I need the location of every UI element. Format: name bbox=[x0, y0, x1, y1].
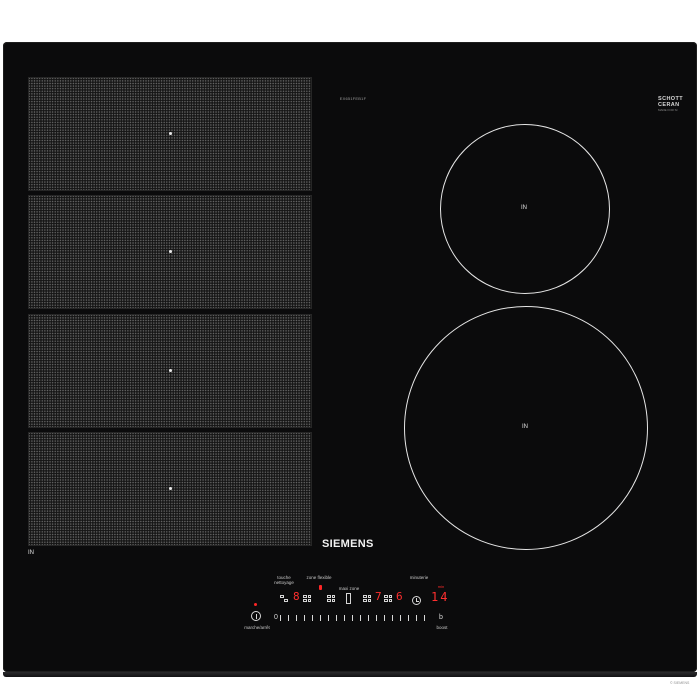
wipe-protection-icon[interactable] bbox=[280, 595, 289, 603]
schott-ceran-subtext: MADE FOR SI bbox=[658, 108, 678, 112]
power-slider[interactable] bbox=[280, 615, 425, 621]
slider-boost-key[interactable]: b bbox=[439, 614, 443, 621]
photo-credit: © SIEMENS bbox=[670, 681, 690, 685]
model-code: EX651FEB1F bbox=[339, 96, 367, 101]
flex-zone-3[interactable] bbox=[28, 314, 312, 428]
cooktop-photo: EX651FEB1F SCHOTT CERAN MADE FOR SI IN I… bbox=[0, 0, 700, 700]
zone-marker-dot bbox=[169, 487, 172, 490]
flex-zone-1[interactable] bbox=[28, 77, 312, 191]
power-button-icon[interactable] bbox=[251, 611, 261, 621]
zone-marker-dot bbox=[169, 369, 172, 372]
zone-select-icon-3[interactable] bbox=[384, 595, 393, 603]
maxi-zone-label: maxi zone bbox=[338, 586, 360, 591]
zone-marker-dot bbox=[169, 132, 172, 135]
schott-ceran-text: SCHOTT CERAN bbox=[658, 96, 684, 108]
zone-select-icon-1[interactable] bbox=[327, 595, 336, 603]
cooking-zone-label: IN bbox=[521, 205, 527, 211]
power-indicator-led bbox=[254, 603, 257, 606]
schott-ceran-logo: SCHOTT CERAN MADE FOR SI bbox=[658, 96, 688, 112]
touche-nettoyage-label: touche nettoyage bbox=[274, 575, 294, 585]
induction-hob: EX651FEB1F SCHOTT CERAN MADE FOR SI IN I… bbox=[3, 42, 697, 672]
timer-clock-icon[interactable] bbox=[412, 596, 421, 605]
timer-min-label: min bbox=[437, 584, 445, 589]
flex-zone-4[interactable] bbox=[28, 432, 312, 546]
hob-front-edge bbox=[3, 672, 697, 677]
power-level-display-2: 7 bbox=[375, 590, 382, 603]
power-level-display-1: 8 bbox=[293, 590, 300, 603]
zone-flexible-indicator bbox=[319, 585, 322, 590]
siemens-logo: SIEMENS bbox=[322, 538, 374, 550]
timer-display: 14 bbox=[431, 590, 450, 604]
slider-min-label: 0 bbox=[274, 614, 278, 621]
zone-marker-dot bbox=[169, 250, 172, 253]
minuterie-label: minuterie bbox=[409, 575, 429, 580]
cooking-zone-bottom-right[interactable]: IN bbox=[404, 306, 648, 550]
marche-arret-label: marche/arrêt bbox=[244, 625, 270, 630]
power-level-display-3: 6 bbox=[396, 590, 403, 603]
zone-flexible-label: zone flexible bbox=[306, 575, 332, 580]
cooking-zone-label: IN bbox=[522, 424, 528, 430]
flex-zone-label: IN bbox=[28, 550, 34, 556]
maxi-zone-icon[interactable] bbox=[346, 593, 351, 604]
flex-zone-2[interactable] bbox=[28, 195, 312, 309]
flex-zone-icon[interactable] bbox=[303, 595, 312, 603]
zone-select-icon-2[interactable] bbox=[363, 595, 372, 603]
boost-label: boost bbox=[436, 625, 448, 630]
cooking-zone-top-right[interactable]: IN bbox=[440, 124, 610, 294]
